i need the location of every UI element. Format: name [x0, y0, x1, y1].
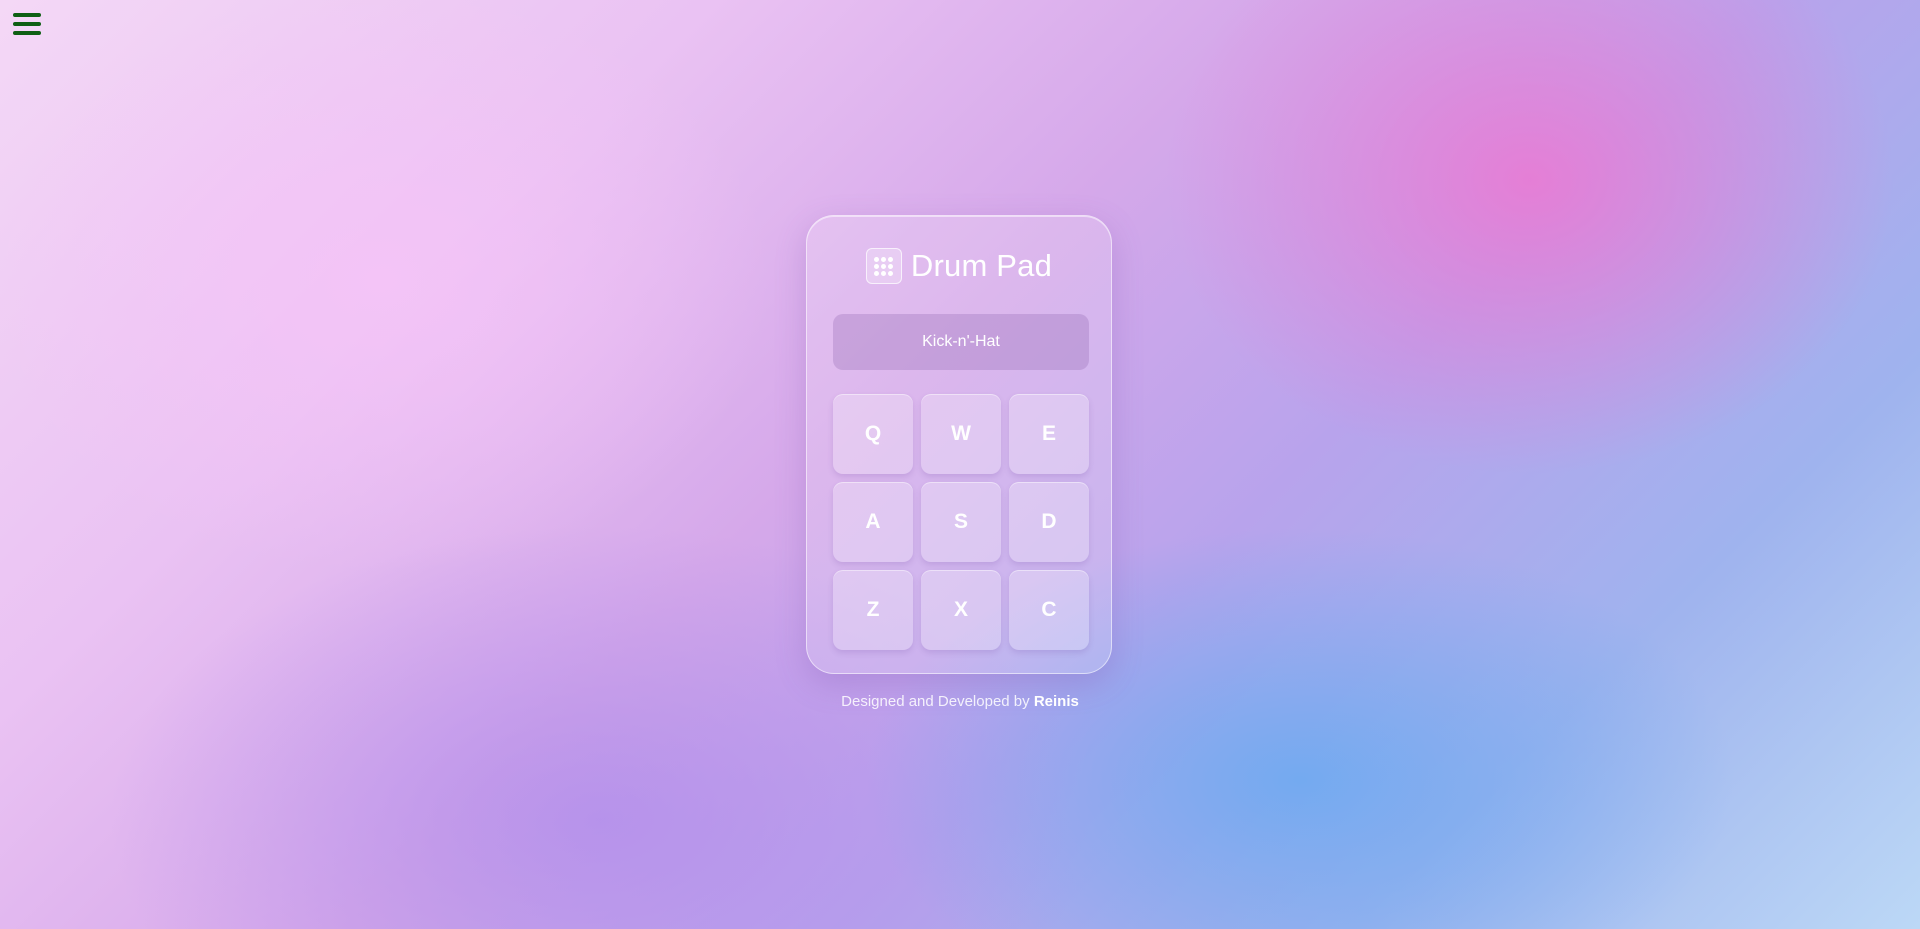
drum-pad-z[interactable]: Z	[833, 570, 913, 650]
app-title: Drum Pad	[910, 248, 1053, 283]
drum-pad-e[interactable]: E	[1009, 394, 1089, 474]
drum-pad-w[interactable]: W	[921, 394, 1001, 474]
hamburger-menu-icon[interactable]	[13, 13, 41, 35]
sound-display: Kick-n'-Hat	[833, 314, 1089, 370]
drum-pad-a[interactable]: A	[833, 482, 913, 562]
drum-pad-d[interactable]: D	[1009, 482, 1089, 562]
footer-prefix: Designed and Developed by	[841, 693, 1030, 710]
app-header: Drum Pad	[807, 246, 1111, 286]
drum-machine: Drum Pad Kick-n'-Hat Q W E A S D Z X C	[806, 215, 1112, 674]
drum-pad-s[interactable]: S	[921, 482, 1001, 562]
drum-pad-grid: Q W E A S D Z X C	[833, 394, 1089, 650]
grid-dots-icon	[865, 248, 902, 284]
drum-pad-c[interactable]: C	[1009, 570, 1089, 650]
drum-pad-q[interactable]: Q	[833, 394, 913, 474]
drum-pad-x[interactable]: X	[921, 570, 1001, 650]
footer-credit: Designed and Developed by Reinis	[0, 693, 1920, 710]
author-name: Reinis	[1033, 693, 1079, 710]
